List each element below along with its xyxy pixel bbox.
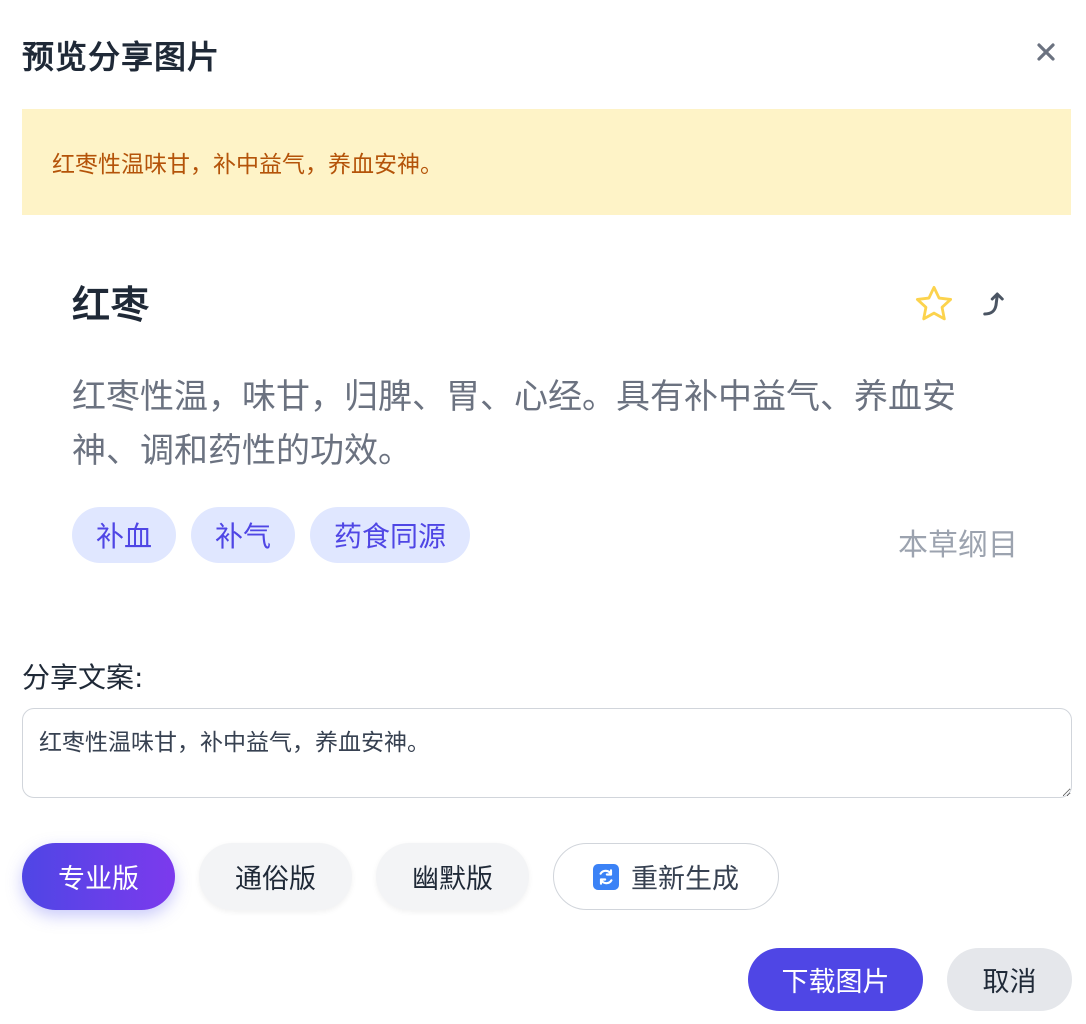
share-preview-dialog: 预览分享图片 红枣性温味甘，补中益气，养血安神。 红枣 红枣性温，味甘，归脾、胃…	[0, 0, 1086, 1024]
share-arrow-icon	[983, 292, 1004, 316]
regenerate-label: 重新生成	[631, 864, 739, 895]
regenerate-button[interactable]: 重新生成	[553, 843, 779, 910]
professional-style-button[interactable]: 专业版	[22, 843, 175, 910]
popular-style-button[interactable]: 通俗版	[199, 843, 352, 910]
card-source: 本草纲目	[898, 528, 1018, 563]
dialog-header: 预览分享图片	[22, 30, 1072, 78]
card-title: 红枣	[72, 283, 151, 327]
star-outline-icon	[915, 285, 953, 321]
close-button[interactable]	[1032, 32, 1060, 72]
share-button[interactable]	[974, 280, 1018, 328]
share-text-label: 分享文案:	[22, 661, 144, 694]
card-actions	[912, 280, 1018, 328]
tag-item: 补气	[191, 507, 296, 563]
cancel-button[interactable]: 取消	[947, 948, 1072, 1011]
share-text-banner: 红枣性温味甘，补中益气，养血安神。	[22, 109, 1071, 215]
tag-item: 补血	[72, 507, 177, 563]
favorite-button[interactable]	[912, 280, 956, 328]
share-text-input[interactable]: 红枣性温味甘，补中益气，养血安神。	[22, 708, 1072, 798]
download-image-button[interactable]: 下载图片	[748, 948, 923, 1011]
dialog-footer: 下载图片 取消	[748, 948, 1072, 1011]
tag-item: 药食同源	[310, 507, 471, 563]
card-description: 红枣性温，味甘，归脾、胃、心经。具有补中益气、养血安神、调和药性的功效。	[72, 377, 956, 471]
style-selector: 专业版 通俗版 幽默版 重新生成	[22, 843, 779, 910]
refresh-icon	[593, 863, 619, 890]
dialog-title: 预览分享图片	[22, 38, 221, 76]
close-icon	[1037, 43, 1055, 61]
tag-list: 补血 补气 药食同源	[72, 507, 471, 563]
humor-style-button[interactable]: 幽默版	[376, 843, 529, 910]
banner-text: 红枣性温味甘，补中益气，养血安神。	[52, 152, 443, 178]
herb-card: 红枣 红枣性温，味甘，归脾、胃、心经。具有补中益气、养血安神、调和药性的功效。 …	[72, 262, 1018, 572]
